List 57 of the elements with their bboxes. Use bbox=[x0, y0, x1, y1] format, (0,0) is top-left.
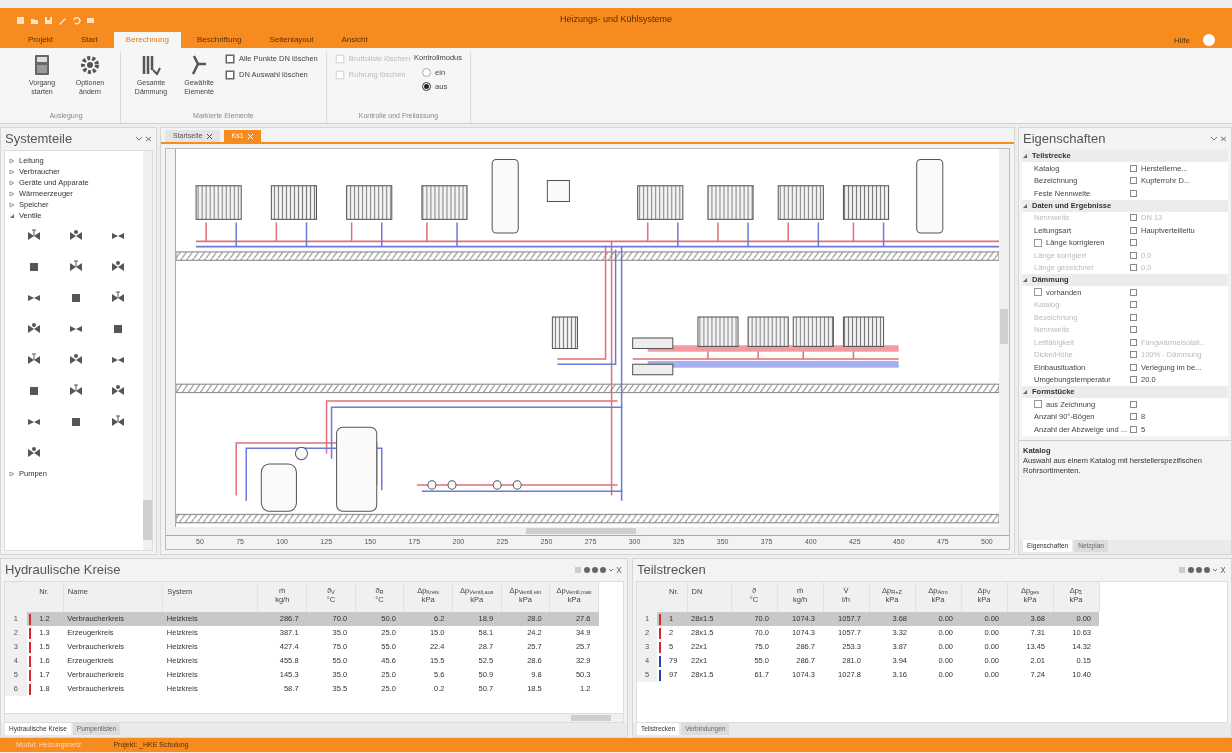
valve-icon[interactable] bbox=[111, 291, 125, 305]
valve-icon[interactable] bbox=[69, 415, 83, 429]
list-icon bbox=[225, 69, 235, 80]
panel-title: Systemteile bbox=[5, 130, 73, 149]
gear-icon bbox=[79, 54, 101, 76]
expanded-arrow-icon[interactable] bbox=[9, 212, 15, 219]
panel-toolbar-icon[interactable] bbox=[575, 566, 623, 574]
expanded-arrow-icon[interactable] bbox=[1022, 153, 1028, 159]
list-icon bbox=[225, 53, 235, 64]
menu-tab[interactable]: Beschriftung bbox=[184, 32, 254, 48]
panel-title: Hydraulische Kreise bbox=[5, 561, 121, 580]
valve-icon[interactable] bbox=[27, 260, 41, 274]
pipe-insulation-icon bbox=[140, 54, 162, 76]
panel-title: Eigenschaften bbox=[1023, 130, 1106, 149]
valve-icon[interactable] bbox=[69, 291, 83, 305]
panel-toolbar-icon[interactable] bbox=[1179, 566, 1227, 574]
valve-icon[interactable] bbox=[111, 384, 125, 398]
window-title: Heizungs- und Kühlsysteme bbox=[560, 13, 673, 27]
valve-icon[interactable] bbox=[111, 260, 125, 274]
valve-icon[interactable] bbox=[111, 415, 125, 429]
save-icon[interactable] bbox=[44, 15, 53, 25]
valve-icon[interactable] bbox=[27, 384, 41, 398]
valve-icon[interactable] bbox=[69, 353, 83, 367]
pencil-icon[interactable] bbox=[58, 15, 67, 25]
scrollbar[interactable] bbox=[5, 713, 623, 722]
valve-icon[interactable] bbox=[69, 260, 83, 274]
expanded-arrow-icon[interactable] bbox=[1022, 277, 1028, 283]
user-circle-icon[interactable] bbox=[1202, 33, 1216, 47]
valve-icon[interactable] bbox=[27, 446, 41, 460]
panel-controls-icon[interactable] bbox=[136, 136, 152, 142]
menu-tab[interactable]: Seitenlayout bbox=[257, 32, 326, 48]
checkbox[interactable] bbox=[1034, 400, 1042, 409]
print-icon[interactable] bbox=[86, 15, 95, 25]
valve-icon[interactable] bbox=[27, 322, 41, 336]
scrollbar[interactable] bbox=[143, 151, 152, 550]
expanded-arrow-icon[interactable] bbox=[1022, 389, 1028, 395]
list-icon bbox=[334, 69, 345, 80]
valve-icon[interactable] bbox=[69, 229, 83, 243]
valve-icon[interactable] bbox=[69, 384, 83, 398]
list-icon bbox=[334, 53, 345, 64]
menu-tab[interactable]: Start bbox=[68, 32, 110, 48]
close-icon[interactable] bbox=[206, 133, 212, 139]
collapsed-arrow-icon[interactable] bbox=[9, 470, 15, 477]
undo-icon[interactable] bbox=[72, 15, 81, 25]
new-file-icon[interactable] bbox=[16, 15, 25, 25]
menu-tab[interactable]: Ansicht bbox=[329, 32, 380, 48]
menu-tab[interactable]: Projekt bbox=[16, 32, 65, 48]
help-link[interactable]: Hilfe bbox=[1166, 34, 1198, 48]
valve-icon[interactable] bbox=[27, 353, 41, 367]
valve-icon[interactable] bbox=[27, 229, 41, 243]
valve-icon[interactable] bbox=[111, 322, 125, 336]
calculator-icon bbox=[33, 54, 51, 76]
checkbox[interactable] bbox=[1034, 238, 1042, 247]
panel-controls-icon[interactable] bbox=[1211, 136, 1227, 142]
panel-title: Teilstrecken bbox=[637, 561, 706, 580]
expanded-arrow-icon[interactable] bbox=[1022, 202, 1028, 209]
checkbox[interactable] bbox=[1034, 288, 1042, 297]
